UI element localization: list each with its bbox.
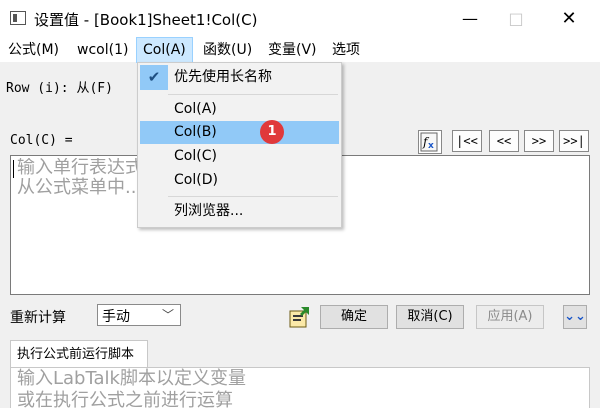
script-placeholder: 输入LabTalk脚本以定义变量 或在执行公式之前进行运算 bbox=[17, 368, 246, 408]
menu-functions[interactable]: 函数(U) bbox=[197, 38, 258, 62]
col-a-dropdown-menu: ✔ 优先使用长名称 Col(A) Col(B) Col(C) Col(D) 列浏… bbox=[137, 62, 342, 228]
app-window-icon bbox=[10, 11, 26, 25]
menu-item-col-d[interactable]: Col(D) bbox=[140, 169, 339, 192]
script-input[interactable]: 输入LabTalk脚本以定义变量 或在执行公式之前进行运算 bbox=[10, 367, 590, 408]
menu-item-prefer-long-name[interactable]: 优先使用长名称 bbox=[140, 66, 339, 89]
menu-item-column-browser[interactable]: 列浏览器... bbox=[140, 200, 339, 223]
expand-button[interactable]: ⌄⌄ bbox=[563, 305, 587, 329]
menu-options[interactable]: 选项 bbox=[326, 38, 366, 62]
menu-col-a[interactable]: Col(A) bbox=[136, 37, 193, 63]
function-builder-icon[interactable]: f x bbox=[418, 130, 442, 154]
row-range-label: Row (i): 从(F) bbox=[6, 81, 113, 96]
apply-button[interactable]: 应用(A) bbox=[476, 305, 544, 329]
tab-before-formula-script[interactable]: 执行公式前运行脚本 bbox=[10, 340, 148, 368]
nav-prev-button[interactable]: << bbox=[489, 130, 519, 152]
menu-variables[interactable]: 变量(V) bbox=[262, 38, 323, 62]
title-bar: 设置值 - [Book1]Sheet1!Col(C) — □ ✕ bbox=[0, 0, 600, 38]
nav-first-button[interactable]: |<< bbox=[452, 130, 482, 152]
maximize-button[interactable]: □ bbox=[493, 0, 539, 38]
column-label: Col(C) = bbox=[10, 133, 73, 148]
svg-text:x: x bbox=[428, 141, 434, 151]
nav-next-button[interactable]: >> bbox=[524, 130, 554, 152]
step-badge: 1 bbox=[260, 120, 284, 144]
ok-button[interactable]: 确定 bbox=[320, 305, 388, 329]
menu-item-col-a[interactable]: Col(A) bbox=[140, 98, 339, 121]
menu-item-col-b[interactable]: Col(B) bbox=[140, 121, 339, 144]
recalculate-value: 手动 bbox=[102, 309, 130, 325]
cancel-button[interactable]: 取消(C) bbox=[396, 305, 464, 329]
text-caret bbox=[13, 160, 14, 178]
menu-separator bbox=[168, 196, 338, 197]
code-builder-icon[interactable] bbox=[287, 305, 311, 329]
menu-separator bbox=[168, 94, 338, 95]
menu-item-col-c[interactable]: Col(C) bbox=[140, 145, 339, 168]
recalculate-label: 重新计算 bbox=[10, 310, 66, 326]
menu-bar: 公式(M) wcol(1) Col(A) 函数(U) 变量(V) 选项 bbox=[0, 37, 600, 63]
nav-last-button[interactable]: >>| bbox=[559, 130, 589, 152]
menu-wcol[interactable]: wcol(1) bbox=[71, 38, 134, 62]
menu-formula[interactable]: 公式(M) bbox=[2, 38, 65, 62]
chevron-down-icon: ﹀ bbox=[162, 308, 175, 322]
recalculate-select[interactable]: 手动 ﹀ bbox=[97, 304, 181, 326]
close-button[interactable]: ✕ bbox=[546, 0, 592, 38]
window-title: 设置值 - [Book1]Sheet1!Col(C) bbox=[34, 11, 258, 29]
minimize-button[interactable]: — bbox=[447, 0, 493, 38]
